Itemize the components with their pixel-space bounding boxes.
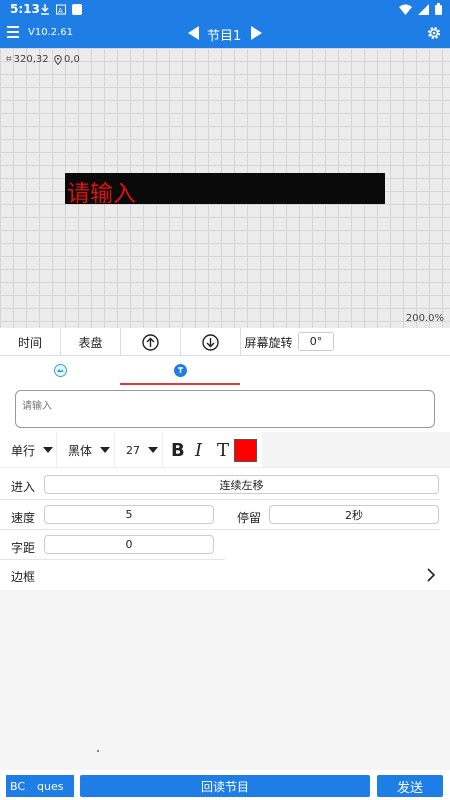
- next-program-icon[interactable]: [250, 26, 262, 40]
- signal-icon: [418, 3, 429, 15]
- content-tabs: [0, 356, 450, 386]
- gear-icon[interactable]: [426, 25, 442, 41]
- led-screen-area[interactable]: 请输入: [65, 173, 385, 207]
- border-label[interactable]: 边框: [11, 568, 35, 585]
- move-down-button[interactable]: [181, 328, 241, 356]
- enter-effect-label: 进入: [11, 480, 36, 494]
- char-spacing-input[interactable]: 0: [44, 535, 214, 554]
- enter-effect-select[interactable]: 连续左移: [44, 475, 439, 494]
- bold-button[interactable]: B: [171, 440, 185, 461]
- speed-input[interactable]: 5: [44, 505, 214, 524]
- led-text: 请输入: [67, 181, 136, 207]
- font-size-select[interactable]: 27: [115, 432, 163, 468]
- app-bar: V10.2.61 节目1: [0, 20, 450, 48]
- version-label: V10.2.61: [28, 27, 74, 38]
- svg-text:A: A: [58, 7, 63, 15]
- tab-image[interactable]: [54, 364, 67, 377]
- wifi-icon: [399, 4, 412, 15]
- text-icon: [178, 367, 183, 373]
- divider: [0, 529, 440, 530]
- status-bar: 5:13 A: [0, 0, 450, 20]
- clock: 5:13: [10, 2, 40, 16]
- image-icon: [57, 369, 64, 372]
- decorative-dot: [97, 750, 99, 752]
- arrow-down-circle-icon: [202, 333, 219, 351]
- active-tab-indicator: [120, 383, 240, 385]
- location-pin-icon: [54, 54, 62, 65]
- speed-label: 速度: [11, 511, 36, 525]
- chevron-down-icon: [100, 447, 111, 453]
- program-title[interactable]: 节目1: [207, 25, 241, 44]
- grid-icon: ⌗: [6, 54, 12, 65]
- text-content-input[interactable]: [15, 390, 435, 428]
- rotation-angle-select[interactable]: 0°: [298, 332, 334, 351]
- download-icon: [41, 4, 49, 15]
- move-up-button[interactable]: [121, 328, 181, 356]
- empty-panel-area: [0, 590, 450, 770]
- previous-program-icon[interactable]: [188, 26, 200, 40]
- italic-button[interactable]: I: [195, 440, 202, 461]
- menu-icon[interactable]: [6, 25, 20, 39]
- readback-program-button[interactable]: 回读节目: [80, 775, 370, 797]
- rotation-label: 屏幕旋转: [244, 335, 293, 350]
- chevron-right-icon[interactable]: [427, 568, 436, 582]
- chevron-down-icon: [148, 447, 158, 453]
- time-button[interactable]: 时间: [0, 328, 61, 356]
- app-icon: [72, 4, 82, 15]
- stay-time-input[interactable]: 2秒: [269, 505, 439, 524]
- char-spacing-label: 字距: [11, 541, 36, 555]
- dial-button[interactable]: 表盘: [61, 328, 121, 356]
- text-color-label[interactable]: T: [217, 440, 229, 461]
- divider: [0, 559, 225, 560]
- text-color-swatch[interactable]: [234, 439, 257, 462]
- stay-label: 停留: [237, 511, 262, 525]
- font-family-select[interactable]: 黑体: [57, 432, 115, 468]
- tab-text[interactable]: [174, 364, 187, 377]
- preview-canvas[interactable]: ⌗ 320,32 0,0 请输入 200.0%: [0, 48, 450, 328]
- position-readout: 0,0: [54, 54, 80, 65]
- zoom-level: 200.0%: [405, 313, 444, 324]
- bottom-input-field[interactable]: BC ques: [6, 775, 74, 797]
- send-button[interactable]: 发送: [377, 775, 443, 797]
- battery-icon: [435, 3, 442, 15]
- divider: [0, 499, 440, 500]
- line-mode-select[interactable]: 单行: [0, 432, 57, 468]
- font-settings-row: 单行 黑体 27 B I T: [0, 432, 450, 468]
- chevron-down-icon: [43, 447, 54, 453]
- notification-icon: A: [56, 4, 66, 15]
- size-readout: ⌗ 320,32: [6, 54, 49, 65]
- tool-row: 时间 表盘 屏幕旋转 0°: [0, 328, 450, 356]
- arrow-up-circle-icon: [142, 333, 159, 351]
